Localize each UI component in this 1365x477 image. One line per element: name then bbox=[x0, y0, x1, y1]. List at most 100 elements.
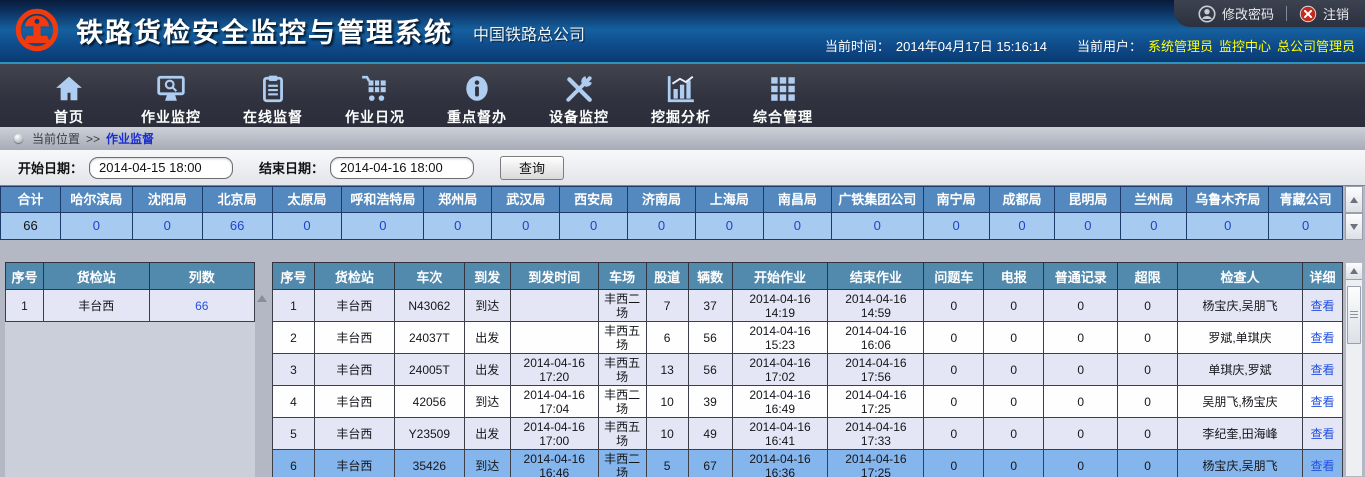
user-role-link[interactable]: 总公司管理员 bbox=[1277, 36, 1355, 55]
jobs-cell-seq: 4 bbox=[273, 386, 315, 418]
user-icon bbox=[1198, 5, 1216, 23]
station-body: 1丰台西66 bbox=[6, 290, 255, 322]
jobs-cell-inspectors: 杨宝庆,吴朋飞 bbox=[1178, 450, 1303, 477]
app-title: 铁路货检安全监控与管理系统 bbox=[76, 11, 453, 50]
session-info: 当前时间： 2014年04月17日 15:16:14 当前用户： 系统管理员监控… bbox=[825, 36, 1355, 55]
jobs-cell-track: 10 bbox=[646, 386, 688, 418]
jobs-cell-arrdep_time bbox=[510, 322, 598, 354]
jobs-cell-detail: 查看 bbox=[1302, 322, 1342, 354]
jobs-col-header: 电报 bbox=[984, 263, 1044, 290]
jobs-cell-track: 6 bbox=[646, 322, 688, 354]
station-table: 序号货检站列数 1丰台西66 bbox=[5, 262, 255, 322]
jobs-cell-yard: 丰西五场 bbox=[598, 322, 646, 354]
jobs-cell-end_work: 2014-04-16 17:25 bbox=[828, 386, 924, 418]
scroll-down-button[interactable] bbox=[1345, 213, 1363, 240]
jobs-col-header: 检查人 bbox=[1178, 263, 1303, 290]
user-role-link[interactable]: 监控中心 bbox=[1219, 36, 1271, 55]
start-date-input[interactable] bbox=[89, 157, 233, 179]
brand: 铁路货检安全监控与管理系统 中国铁路总公司 bbox=[14, 7, 585, 53]
jobs-cell-station: 丰台西 bbox=[314, 418, 394, 450]
summary-value[interactable]: 0 bbox=[990, 213, 1056, 239]
jobs-cell-station: 丰台西 bbox=[314, 354, 394, 386]
summary-col-header: 青藏公司 bbox=[1269, 187, 1342, 213]
table-row: 5丰台西Y23509出发2014-04-16 17:00丰西五场10492014… bbox=[273, 418, 1343, 450]
summary-value[interactable]: 0 bbox=[764, 213, 832, 239]
query-button[interactable]: 查询 bbox=[500, 156, 564, 180]
summary-value[interactable]: 0 bbox=[342, 213, 424, 239]
nav-item-home[interactable]: 首页 bbox=[18, 64, 120, 127]
summary-value[interactable]: 0 bbox=[924, 213, 990, 239]
end-date-input[interactable] bbox=[330, 157, 474, 179]
triangle-up-icon bbox=[1350, 197, 1358, 203]
nav-item-cart[interactable]: 作业日况 bbox=[324, 64, 426, 127]
jobs-body: 1丰台西N43062到达丰西二场7372014-04-16 14:192014-… bbox=[273, 290, 1343, 477]
scrollbar-thumb[interactable] bbox=[1347, 286, 1361, 344]
detail-link[interactable]: 查看 bbox=[1310, 395, 1334, 409]
summary-value[interactable]: 0 bbox=[61, 213, 133, 239]
jobs-cell-cars: 56 bbox=[688, 322, 732, 354]
summary-value[interactable]: 0 bbox=[1121, 213, 1187, 239]
divider bbox=[1286, 6, 1287, 21]
summary-col-header: 乌鲁木齐局 bbox=[1187, 187, 1269, 213]
app-window: 铁路货检安全监控与管理系统 中国铁路总公司 修改密码 注销 bbox=[0, 0, 1365, 477]
change-password-link[interactable]: 修改密码 bbox=[1198, 4, 1274, 23]
summary-value[interactable]: 0 bbox=[133, 213, 203, 239]
detail-link[interactable]: 查看 bbox=[1310, 427, 1334, 441]
detail-link[interactable]: 查看 bbox=[1310, 363, 1334, 377]
nav-item-info[interactable]: 重点督办 bbox=[426, 64, 528, 127]
jobs-cell-end_work: 2014-04-16 16:06 bbox=[828, 322, 924, 354]
logout-link[interactable]: 注销 bbox=[1299, 4, 1349, 23]
summary-value: 66 bbox=[1, 213, 61, 239]
breadcrumb-current[interactable]: 作业监督 bbox=[106, 130, 154, 147]
jobs-cell-yard: 丰西二场 bbox=[598, 386, 646, 418]
nav-item-chart[interactable]: 挖掘分析 bbox=[630, 64, 732, 127]
jobs-scrollbar[interactable] bbox=[1345, 262, 1363, 477]
summary-value[interactable]: 66 bbox=[203, 213, 273, 239]
summary-value[interactable]: 0 bbox=[424, 213, 492, 239]
jobs-cell-train: 42056 bbox=[394, 386, 464, 418]
jobs-cell-arrdep_time bbox=[510, 290, 598, 322]
summary-value[interactable]: 0 bbox=[832, 213, 924, 239]
nav-item-clipboard[interactable]: 在线监督 bbox=[222, 64, 324, 127]
station-scroll-up-icon[interactable] bbox=[257, 295, 267, 302]
jobs-cell-detail: 查看 bbox=[1302, 290, 1342, 322]
summary-value[interactable]: 0 bbox=[628, 213, 696, 239]
nav-item-label: 作业监控 bbox=[141, 107, 201, 127]
detail-link[interactable]: 查看 bbox=[1310, 331, 1334, 345]
jobs-cell-arrdep_time: 2014-04-16 17:20 bbox=[510, 354, 598, 386]
nav-item-grid[interactable]: 综合管理 bbox=[732, 64, 834, 127]
jobs-cell-telegram: 0 bbox=[984, 290, 1044, 322]
summary-value[interactable]: 0 bbox=[273, 213, 343, 239]
summary-scrollbar[interactable] bbox=[1345, 186, 1363, 240]
jobs-col-header: 问题车 bbox=[924, 263, 984, 290]
current-time-value: 2014年04月17日 15:16:14 bbox=[896, 36, 1047, 55]
jobs-cell-seq: 2 bbox=[273, 322, 315, 354]
jobs-cell-telegram: 0 bbox=[984, 322, 1044, 354]
summary-value[interactable]: 0 bbox=[1269, 213, 1342, 239]
summary-value[interactable]: 0 bbox=[1187, 213, 1269, 239]
summary-value[interactable]: 0 bbox=[1055, 213, 1121, 239]
nav-item-monitor-search[interactable]: 作业监控 bbox=[120, 64, 222, 127]
jobs-cell-detail: 查看 bbox=[1302, 418, 1342, 450]
jobs-cell-detail: 查看 bbox=[1302, 386, 1342, 418]
scroll-up-button[interactable] bbox=[1346, 263, 1362, 280]
workspace: 序号货检站列数 1丰台西66 序号货检站车次到发到发时间车场股道辆数开始作业结束… bbox=[0, 241, 1365, 477]
jobs-cell-station: 丰台西 bbox=[314, 386, 394, 418]
station-trains-link[interactable]: 66 bbox=[195, 299, 208, 313]
jobs-cell-arrdep: 出发 bbox=[464, 322, 510, 354]
summary-value[interactable]: 0 bbox=[560, 213, 628, 239]
nav-item-label: 作业日况 bbox=[345, 107, 405, 127]
detail-link[interactable]: 查看 bbox=[1310, 299, 1334, 313]
jobs-cell-arrdep_time: 2014-04-16 16:46 bbox=[510, 450, 598, 477]
summary-value[interactable]: 0 bbox=[492, 213, 560, 239]
summary-col-header: 昆明局 bbox=[1055, 187, 1121, 213]
detail-link[interactable]: 查看 bbox=[1310, 459, 1334, 473]
user-role-link[interactable]: 系统管理员 bbox=[1148, 36, 1213, 55]
summary-col-header: 太原局 bbox=[273, 187, 343, 213]
scroll-up-button[interactable] bbox=[1345, 186, 1363, 213]
home-icon bbox=[54, 73, 84, 105]
jobs-cell-train: 24005T bbox=[394, 354, 464, 386]
nav-item-tools[interactable]: 设备监控 bbox=[528, 64, 630, 127]
summary-value[interactable]: 0 bbox=[696, 213, 764, 239]
nav-item-label: 首页 bbox=[54, 107, 84, 127]
